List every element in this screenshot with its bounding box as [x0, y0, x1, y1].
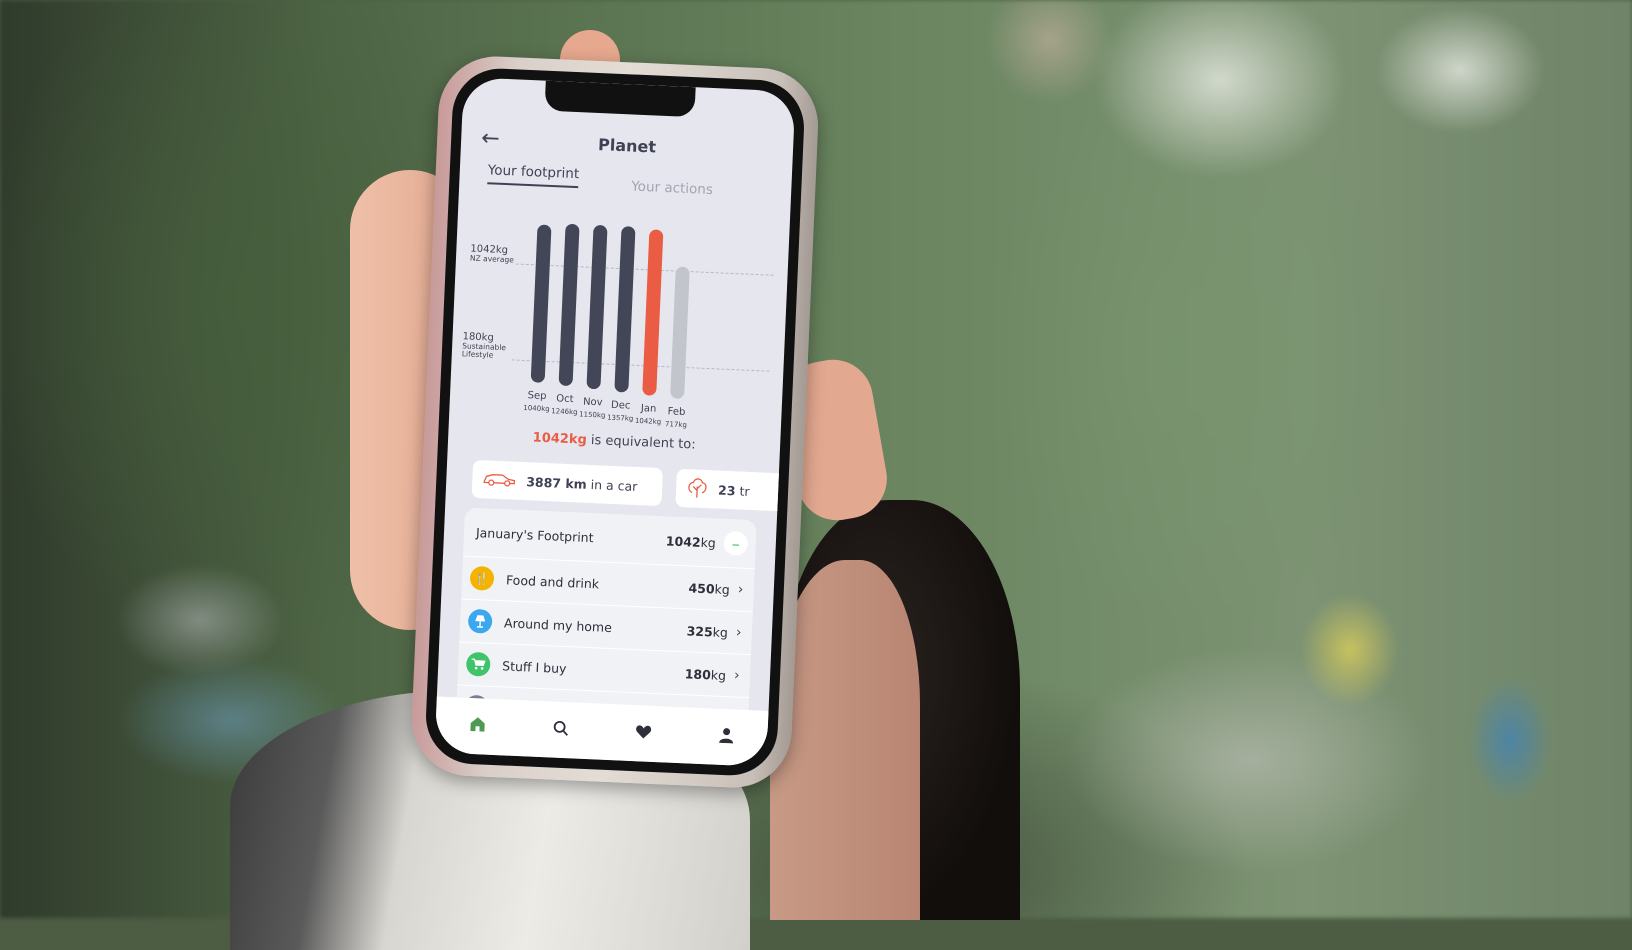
equivalent-cards[interactable]: 3887 km in a car 23 tr	[471, 459, 796, 516]
x-tick-label: Feb	[667, 406, 686, 419]
bar-value-label: 717kg	[664, 420, 688, 430]
ref-label-nz: 1042kg NZ average	[470, 244, 515, 265]
heart-icon[interactable]	[635, 724, 652, 744]
chevron-right-icon: ›	[735, 624, 742, 641]
footprint-title: January's Footprint	[475, 524, 594, 545]
value-unit: kg	[714, 581, 731, 597]
category-label: Stuff I buy	[501, 657, 567, 676]
card-value: 23	[717, 482, 736, 498]
value-unit: kg	[710, 666, 727, 683]
category-label: Around my home	[503, 614, 613, 635]
phone-bezel: ← Planet Your footprint Your actions 104…	[423, 66, 807, 778]
equivalent-heading: 1042kg is equivalent to:	[448, 427, 780, 456]
search-icon[interactable]	[552, 720, 569, 741]
card-value: 3887 km	[526, 473, 588, 492]
chevron-right-icon: ›	[733, 667, 741, 684]
user-icon[interactable]	[717, 727, 734, 748]
car-icon	[482, 470, 517, 490]
equivalent-amount: 1042kg	[532, 430, 588, 448]
chevron-right-icon: ›	[737, 581, 744, 598]
phone: ← Planet Your footprint Your actions 104…	[409, 54, 821, 790]
value-number: 180	[684, 665, 712, 682]
card-suffix: in a car	[590, 476, 638, 494]
equivalent-card-car[interactable]: 3887 km in a car	[471, 459, 664, 507]
bar-nov[interactable]	[586, 224, 608, 390]
tab-bar: Your footprint Your actions	[459, 161, 792, 205]
phone-screen: ← Planet Your footprint Your actions 104…	[434, 77, 796, 767]
tab-your-actions[interactable]: Your actions	[631, 178, 713, 198]
tab-your-footprint[interactable]: Your footprint	[487, 162, 580, 189]
tree-icon	[686, 476, 709, 502]
reference-line	[515, 263, 774, 276]
minus-icon[interactable]: –	[723, 530, 749, 556]
fork-knife-icon: 🍴	[469, 565, 495, 591]
total-unit: kg	[700, 534, 717, 551]
value-number: 325	[686, 622, 714, 639]
page-title: Planet	[597, 135, 657, 157]
value-number: 450	[688, 579, 715, 596]
footprint-chart: 1042kg NZ average 180kg Sustainable Life…	[449, 217, 789, 431]
ref-sublabel: NZ average	[469, 253, 515, 265]
bar-sep[interactable]	[530, 224, 552, 383]
cart-icon	[465, 651, 491, 677]
reference-line	[511, 359, 770, 372]
notch	[544, 80, 696, 118]
equivalent-card-trees[interactable]: 23 tr	[675, 468, 796, 512]
card-suffix: tr	[739, 483, 750, 499]
bar-feb[interactable]	[670, 266, 690, 399]
total-value: 1042	[665, 532, 701, 550]
category-value: 325kg	[686, 623, 728, 640]
value-unit: kg	[712, 623, 729, 640]
bar-jan[interactable]	[642, 229, 664, 396]
category-value: 180kg	[684, 666, 726, 683]
home-icon[interactable]	[469, 716, 486, 737]
ref-label-sustainable: 180kg Sustainable Lifestyle	[462, 331, 523, 361]
equivalent-text: is equivalent to:	[586, 432, 696, 453]
lamp-icon	[467, 608, 493, 634]
footprint-total: 1042kg	[666, 533, 717, 550]
category-value: 450kg	[688, 580, 730, 597]
category-label: Food and drink	[505, 571, 600, 591]
bar-dec[interactable]	[614, 226, 636, 393]
